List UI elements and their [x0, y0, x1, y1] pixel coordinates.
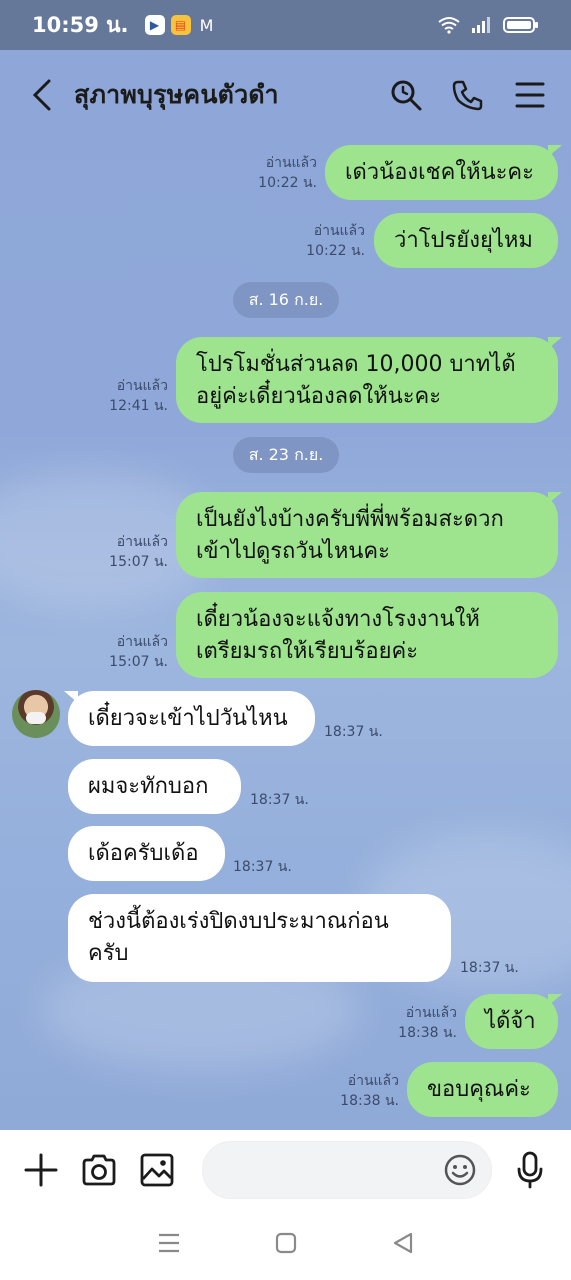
- message-time: 18:37 น.: [324, 724, 383, 740]
- shopee-app-icon: ▤: [170, 15, 191, 35]
- message-time: 10:22 น.: [306, 243, 365, 259]
- message-text: เด้อครับเด้อ: [88, 841, 199, 866]
- message-time: 18:37 น.: [250, 792, 309, 808]
- message-meta: อ่านแล้ว 10:22 น.: [245, 221, 365, 261]
- date-separator: ส. 16 ก.ย.: [233, 282, 339, 318]
- message-text-line: เตรียมรถให้เรียบร้อยค่ะ: [196, 639, 419, 664]
- back-triangle-icon: [393, 1232, 412, 1254]
- add-button[interactable]: [22, 1151, 60, 1189]
- image-icon: [140, 1153, 174, 1187]
- message-text-line: ช่วงนี้ต้องเร่งปิดงบประมาณก่อน: [88, 909, 389, 934]
- chevron-left-icon: [32, 79, 51, 111]
- back-nav-button[interactable]: [392, 1232, 414, 1258]
- plus-icon: [24, 1153, 58, 1187]
- contact-avatar[interactable]: [12, 690, 60, 738]
- read-status: อ่านแล้ว: [116, 634, 168, 650]
- status-bar: 10:59 น. ▶ ▤ M: [0, 0, 571, 50]
- message-bubble-outgoing[interactable]: ว่าโปรยังยุไหม: [374, 213, 558, 268]
- system-nav-bar: [0, 1210, 571, 1280]
- message-text: เดี๋ยวจะเข้าไปวันไหน: [88, 706, 288, 731]
- message-text-line: ครับ: [88, 941, 129, 966]
- message-time: 18:37 น.: [460, 960, 519, 976]
- message-bubble-outgoing[interactable]: ขอบคุณค่ะ: [407, 1062, 558, 1117]
- message-time: 18:38 น.: [340, 1093, 399, 1109]
- call-button[interactable]: [451, 78, 485, 112]
- message-text-field[interactable]: [217, 1159, 443, 1181]
- search-icon: [391, 80, 422, 111]
- home-button[interactable]: [275, 1232, 297, 1258]
- message-text-line: เป็นยังไงบ้างครับพี่พี่พร้อมสะดวก: [196, 507, 504, 532]
- message-bubble-incoming[interactable]: ช่วงนี้ต้องเร่งปิดงบประมาณก่อน ครับ: [68, 894, 451, 982]
- message-meta: อ่านแล้ว 15:07 น.: [48, 532, 168, 572]
- message-meta: อ่านแล้ว 10:22 น.: [197, 153, 317, 193]
- microphone-icon: [517, 1151, 543, 1189]
- message-time: 15:07 น.: [109, 654, 168, 670]
- message-meta: อ่านแล้ว 18:38 น.: [337, 1003, 457, 1043]
- message-text: ขอบคุณค่ะ: [427, 1077, 531, 1102]
- message-bubble-outgoing[interactable]: เป็นยังไงบ้างครับพี่พี่พร้อมสะดวก เข้าไป…: [176, 492, 562, 578]
- message-time: 12:41 น.: [109, 398, 168, 414]
- message-text: เด่วน้องเชคให้นะคะ: [345, 160, 534, 185]
- message-text-line: เข้าไปดูรถวันไหนคะ: [196, 539, 390, 564]
- recent-apps-icon: [159, 1233, 180, 1253]
- message-time: 10:22 น.: [258, 175, 317, 191]
- message-text-line: อยู่ค่ะเดี๋ยวน้องลดให้นะคะ: [196, 384, 442, 409]
- message-text: ได้จ้า: [485, 1009, 536, 1034]
- gallery-button[interactable]: [138, 1151, 176, 1189]
- wifi-icon: [438, 17, 460, 34]
- phone-icon: [452, 80, 483, 111]
- search-button[interactable]: [389, 78, 423, 112]
- message-time: 15:07 น.: [109, 554, 168, 570]
- recent-apps-button[interactable]: [157, 1232, 181, 1258]
- voice-button[interactable]: [512, 1151, 549, 1189]
- message-text: ผมจะทักบอก: [88, 774, 209, 799]
- read-status: อ่านแล้ว: [313, 223, 365, 239]
- read-status: อ่านแล้ว: [405, 1005, 457, 1021]
- message-meta: อ่านแล้ว 12:41 น.: [48, 376, 168, 416]
- camera-icon: [82, 1154, 116, 1186]
- gmail-icon: M: [199, 15, 214, 35]
- video-app-icon: ▶: [144, 15, 165, 35]
- chat-title: สุภาพบุรุษคนตัวดำ: [74, 80, 279, 109]
- message-bubble-outgoing[interactable]: ได้จ้า: [465, 994, 562, 1049]
- message-input[interactable]: [202, 1141, 492, 1199]
- chat-header: สุภาพบุรุษคนตัวดำ: [0, 50, 571, 140]
- message-bubble-outgoing[interactable]: เดี๋ยวน้องจะแจ้งทางโรงงานให้ เตรียมรถให้…: [176, 592, 558, 678]
- message-meta: อ่านแล้ว 18:38 น.: [279, 1071, 399, 1111]
- emoji-icon[interactable]: [443, 1153, 477, 1187]
- menu-icon: [515, 82, 545, 108]
- read-status: อ่านแล้ว: [116, 534, 168, 550]
- date-separator: ส. 23 ก.ย.: [233, 437, 339, 473]
- message-meta: อ่านแล้ว 15:07 น.: [48, 632, 168, 672]
- menu-button[interactable]: [513, 78, 547, 112]
- message-bubble-incoming[interactable]: เด้อครับเด้อ: [68, 826, 225, 881]
- message-time: 18:38 น.: [398, 1025, 457, 1041]
- back-button[interactable]: [24, 75, 60, 115]
- message-text: ว่าโปรยังยุไหม: [394, 228, 533, 253]
- signal-icon: [472, 17, 490, 33]
- read-status: อ่านแล้ว: [347, 1073, 399, 1089]
- read-status: อ่านแล้ว: [116, 378, 168, 394]
- message-bubble-outgoing[interactable]: เด่วน้องเชคให้นะคะ: [325, 145, 562, 200]
- message-bubble-outgoing[interactable]: โปรโมชั่นส่วนลด 10,000 บาทได้ อยู่ค่ะเดี…: [176, 337, 562, 423]
- message-text-line: เดี๋ยวน้องจะแจ้งทางโรงงานให้: [196, 607, 480, 632]
- message-text-line: โปรโมชั่นส่วนลด 10,000 บาทได้: [196, 352, 516, 377]
- battery-icon: [503, 17, 538, 33]
- message-time: 18:37 น.: [233, 859, 292, 875]
- status-time: 10:59 น.: [32, 12, 129, 37]
- home-icon: [276, 1232, 297, 1254]
- message-input-bar: [0, 1130, 571, 1210]
- message-bubble-incoming[interactable]: ผมจะทักบอก: [68, 759, 241, 814]
- message-bubble-incoming[interactable]: เดี๋ยวจะเข้าไปวันไหน: [64, 691, 315, 746]
- camera-button[interactable]: [80, 1151, 118, 1189]
- read-status: อ่านแล้ว: [265, 155, 317, 171]
